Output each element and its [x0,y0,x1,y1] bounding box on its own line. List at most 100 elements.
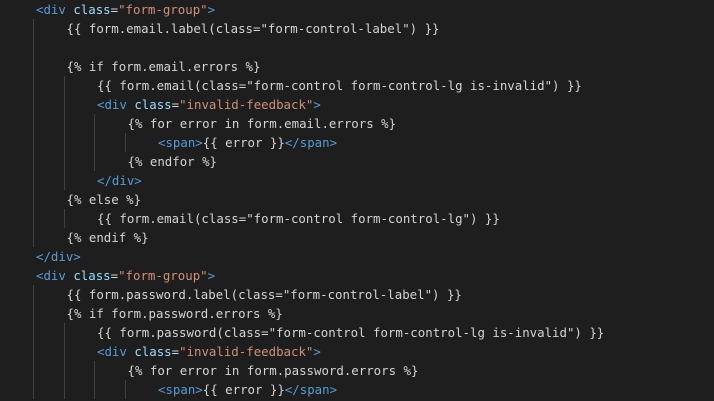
code-line[interactable]: {% for error in form.email.errors %} [0,114,714,133]
code-token: "invalid-feedback" [179,97,314,112]
code-token: {{ form.password(class="form-control for… [97,325,605,340]
indent-guide [94,133,95,152]
indent-guide [124,133,126,152]
code-line-content: <div class="invalid-feedback"> [97,342,321,361]
code-line-content: {{ form.email(class="form-control form-c… [97,209,500,228]
code-line[interactable]: {{ form.password(class="form-control for… [0,323,714,342]
code-token: "invalid-feedback" [179,344,314,359]
code-line-content: <div class="form-group"> [36,266,215,285]
code-token: = [171,344,180,359]
code-line-content: {% if form.password.errors %} [67,304,283,323]
indent-guide [33,152,34,171]
code-token: <div [97,97,127,112]
code-line[interactable]: </div> [0,247,714,266]
code-token: {{ form.password.label(class="form-contr… [66,287,462,302]
code-line-content: {% endfor %} [128,152,218,171]
code-token: > [207,2,216,17]
indent-guide [33,228,34,247]
code-token: {% endif %} [66,230,149,245]
code-line[interactable]: {% if form.email.errors %} [0,57,714,76]
indent-guide [33,19,34,38]
code-line[interactable]: {% for error in form.password.errors %} [0,361,714,380]
code-token: > [207,268,216,283]
indent-guide [33,380,34,399]
code-token: {{ error }} [202,382,285,397]
code-line-content: {% for error in form.password.errors %} [128,361,419,380]
code-token: class [73,2,111,17]
code-token: {% for error in form.password.errors %} [127,363,419,378]
code-line-content: <div class="invalid-feedback"> [97,95,321,114]
code-line-content: <span>{{ error }}</span> [158,380,337,399]
code-line[interactable]: <div class="invalid-feedback"> [0,95,714,114]
indent-guide [63,133,65,152]
indent-guide [33,342,34,361]
code-token: = [110,268,119,283]
code-token: <div [97,344,127,359]
code-line[interactable]: {% endif %} [0,228,714,247]
code-token: </span> [284,382,338,397]
code-line[interactable]: <span>{{ error }}</span> [0,133,714,152]
code-editor[interactable]: <div class="form-group">{{ form.email.la… [0,0,714,401]
code-token: {% else %} [66,192,142,207]
indent-guide [63,323,65,342]
code-line-content: {{ form.password.label(class="form-contr… [67,285,462,304]
code-token: </span> [284,135,338,150]
indent-guide [63,380,65,399]
code-line[interactable]: {{ form.password.label(class="form-contr… [0,285,714,304]
indent-guide [94,114,95,133]
code-line-content: {{ form.email.label(class="form-control-… [67,19,440,38]
code-line[interactable]: {% else %} [0,190,714,209]
code-line-content: {% for error in form.email.errors %} [128,114,397,133]
indent-guide [33,76,34,95]
indent-guide [63,152,65,171]
code-line-content: {{ form.email(class="form-control form-c… [97,76,582,95]
code-line[interactable]: </div> [0,171,714,190]
code-token: {{ form.email(class="form-control form-c… [97,211,500,226]
indent-guide [33,361,34,380]
indent-guide [33,38,34,57]
indent-guide [63,76,65,95]
code-line[interactable]: {{ form.email(class="form-control form-c… [0,209,714,228]
code-token: = [110,2,119,17]
indent-guide [63,114,65,133]
code-token: class [73,268,111,283]
indent-guide [124,380,126,399]
code-line[interactable]: {% if form.password.errors %} [0,304,714,323]
code-line[interactable]: <span>{{ error }}</span> [0,380,714,399]
code-token: {% if form.email.errors %} [66,59,261,74]
code-token: class [134,344,172,359]
indent-guide [94,361,95,380]
code-line[interactable]: {{ form.email.label(class="form-control-… [0,19,714,38]
indent-guide [33,323,34,342]
code-line[interactable]: <div class="invalid-feedback"> [0,342,714,361]
indent-guide [33,133,34,152]
code-token: "form-group" [118,2,208,17]
code-line[interactable]: {{ form.email(class="form-control form-c… [0,76,714,95]
code-token: <div [36,268,66,283]
indent-guide [63,361,65,380]
indent-guide [63,171,65,190]
code-line-content: {% else %} [67,190,142,209]
code-line-content: {% if form.email.errors %} [67,57,261,76]
indent-guide [63,209,65,228]
code-line-content: <span>{{ error }}</span> [158,133,337,152]
code-token: class [134,97,172,112]
code-line[interactable]: {% endfor %} [0,152,714,171]
indent-guide [33,304,34,323]
code-token: {{ error }} [202,135,285,150]
code-line[interactable]: <div class="form-group"> [0,0,714,19]
code-line[interactable] [0,38,714,57]
indent-guide [63,342,65,361]
indent-guide [33,171,34,190]
code-token: {% for error in form.email.errors %} [127,116,397,131]
indent-guide [33,114,34,133]
indent-guide [94,380,95,399]
code-line[interactable]: <div class="form-group"> [0,266,714,285]
code-token: = [171,97,180,112]
code-line-content: </div> [36,247,81,266]
code-token: {% endfor %} [127,154,218,169]
code-token: {{ form.email(class="form-control form-c… [97,78,582,93]
code-token: {% if form.password.errors %} [66,306,283,321]
code-token: "form-group" [118,268,208,283]
indent-guide [33,95,34,114]
